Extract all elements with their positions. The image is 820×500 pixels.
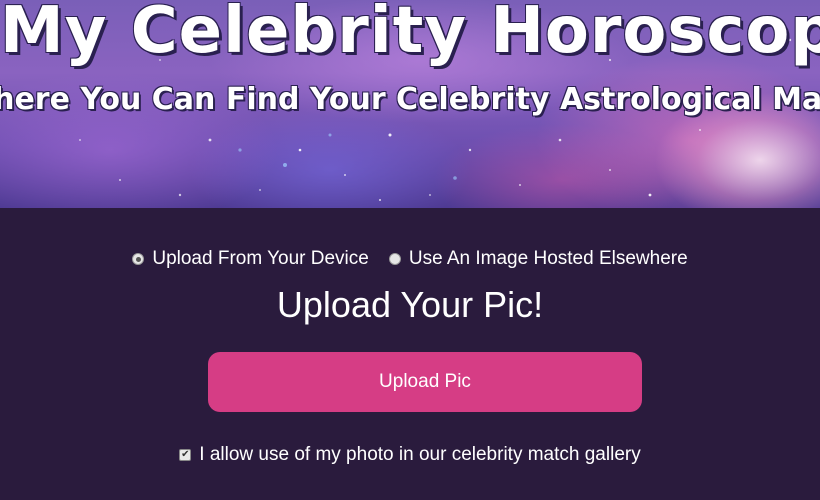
site-title: My Celebrity Horoscope! [0, 0, 820, 68]
radio-option-upload-device[interactable]: Upload From Your Device [132, 248, 369, 270]
upload-section: Upload From Your Device Use An Image Hos… [0, 208, 820, 500]
radio-label-hosted-image: Use An Image Hosted Elsewhere [408, 248, 688, 269]
gallery-consent[interactable]: ✔ I allow use of my photo in our celebri… [0, 444, 820, 466]
radio-unchecked-icon[interactable] [388, 253, 401, 265]
upload-pic-button[interactable]: Upload Pic [208, 352, 642, 412]
radio-option-hosted-image[interactable]: Use An Image Hosted Elsewhere [388, 248, 688, 270]
gallery-consent-label: I allow use of my photo in our celebrity… [199, 444, 641, 465]
radio-checked-icon[interactable] [132, 253, 145, 265]
upload-heading: Upload Your Pic! [276, 284, 544, 325]
site-subtitle: Where You Can Find Your Celebrity Astrol… [0, 82, 820, 117]
radio-label-upload-device: Upload From Your Device [152, 248, 369, 269]
upload-source-selector: Upload From Your Device Use An Image Hos… [0, 248, 820, 270]
checkbox-checked-icon[interactable]: ✔ [179, 449, 192, 461]
hero-banner: My Celebrity Horoscope! Where You Can Fi… [0, 0, 820, 208]
